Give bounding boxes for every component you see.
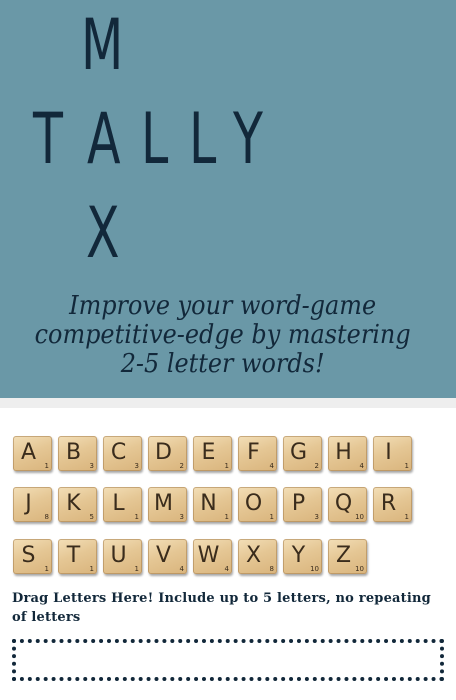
- tile-letter: X: [245, 543, 262, 568]
- tile-points: 10: [310, 565, 319, 573]
- drop-instructions: Drag Letters Here! Include up to 5 lette…: [12, 591, 431, 625]
- letter-tile-w[interactable]: W4: [193, 539, 232, 574]
- tile-points: 1: [224, 513, 229, 521]
- tile-points: 4: [269, 462, 274, 470]
- letter-tile-r[interactable]: R1: [373, 487, 412, 522]
- tile-letter: I: [385, 440, 392, 465]
- logo-letter-l2: L: [189, 98, 217, 180]
- letter-tile-h[interactable]: H4: [328, 436, 367, 471]
- tile-letter: N: [200, 491, 217, 516]
- tile-points: 5: [89, 513, 94, 521]
- tile-letter: B: [65, 440, 82, 465]
- letter-tile-f[interactable]: F4: [238, 436, 277, 471]
- logo-letter-m: M: [81, 4, 124, 86]
- letter-tile-o[interactable]: O1: [238, 487, 277, 522]
- letter-tile-c[interactable]: C3: [103, 436, 142, 471]
- tile-letter: C: [110, 440, 127, 465]
- letter-tile-t[interactable]: T1: [58, 539, 97, 574]
- letter-tile-z[interactable]: Z 10: [328, 539, 367, 574]
- letter-tile-e[interactable]: E1: [193, 436, 232, 471]
- tile-letter: H: [335, 440, 352, 465]
- letter-tile-g[interactable]: G2: [283, 436, 322, 471]
- tile-points: 1: [134, 513, 139, 521]
- tile-letter: S: [21, 543, 36, 568]
- tile-letter: U: [110, 543, 127, 568]
- letter-tile-v[interactable]: V4: [148, 539, 187, 574]
- tile-letter: T: [66, 543, 81, 568]
- letter-tile-b[interactable]: B3: [58, 436, 97, 471]
- tile-points: 3: [314, 513, 319, 521]
- tile-points: 4: [179, 565, 184, 573]
- letter-tile-a[interactable]: A1: [13, 436, 52, 471]
- tile-letter: V: [155, 543, 172, 568]
- letter-tile-p[interactable]: P3: [283, 487, 322, 522]
- letter-tile-i[interactable]: I1: [373, 436, 412, 471]
- tile-letter: G: [289, 440, 308, 465]
- tile-letter: F: [247, 440, 260, 465]
- logo-letter-a: A: [87, 98, 121, 180]
- tile-points: 1: [269, 513, 274, 521]
- tile-letter: P: [291, 491, 306, 516]
- tile-letter: D: [155, 440, 172, 465]
- tile-points: 1: [224, 462, 229, 470]
- tile-points: 4: [359, 462, 364, 470]
- tile-points: 1: [134, 565, 139, 573]
- letter-tile-m[interactable]: M3: [148, 487, 187, 522]
- tile-points: 2: [179, 462, 184, 470]
- tile-letter: R: [380, 491, 397, 516]
- letter-tile-l[interactable]: L1: [103, 487, 142, 522]
- tile-letter: M: [154, 491, 173, 516]
- tagline-line-2: competitive-edge by mastering: [34, 320, 411, 350]
- tagline-line-1: Improve your word-game: [69, 291, 377, 321]
- letter-tile-y[interactable]: Y 10: [283, 539, 322, 574]
- hero-banner: M T A L L Y X Improve your word-game com…: [0, 0, 456, 398]
- tile-points: 4: [224, 565, 229, 573]
- letter-tile-q[interactable]: Q 10: [328, 487, 367, 522]
- logo-letter-x: X: [86, 192, 120, 274]
- tile-points: 10: [355, 513, 364, 521]
- tile-letter: E: [201, 440, 216, 465]
- tile-points: 1: [89, 565, 94, 573]
- tile-points: 8: [269, 565, 274, 573]
- tile-points: 2: [314, 462, 319, 470]
- tile-letter: K: [66, 491, 81, 516]
- tagline-line-3: 2-5 letter words!: [120, 349, 325, 379]
- tile-points: 8: [44, 513, 49, 521]
- tagline: Improve your word-game competitive-edge …: [0, 292, 445, 379]
- tile-letter: A: [20, 440, 37, 465]
- letter-tile-x[interactable]: X8: [238, 539, 277, 574]
- letter-drop-zone[interactable]: [12, 639, 444, 681]
- logo-letter-t: T: [33, 98, 63, 180]
- letter-tile-s[interactable]: S1: [13, 539, 52, 574]
- tile-points: 3: [179, 513, 184, 521]
- logo-letter-y: Y: [233, 98, 263, 180]
- tile-points: 1: [44, 462, 49, 470]
- letter-tile-j[interactable]: J8: [13, 487, 52, 522]
- tile-points: 1: [44, 565, 49, 573]
- tile-letter: W: [197, 543, 220, 568]
- letter-tile-n[interactable]: N1: [193, 487, 232, 522]
- tile-points: 3: [134, 462, 139, 470]
- tile-points: 1: [404, 462, 409, 470]
- section-divider: [0, 398, 456, 408]
- logo-letter-l1: L: [141, 98, 169, 180]
- letter-tile-u[interactable]: U1: [103, 539, 142, 574]
- tile-letter: J: [25, 491, 32, 516]
- tile-points: 1: [404, 513, 409, 521]
- tile-letter: L: [112, 491, 125, 516]
- letter-tile-k[interactable]: K5: [58, 487, 97, 522]
- tile-letter: O: [244, 491, 263, 516]
- tile-points: 10: [355, 565, 364, 573]
- letter-tile-d[interactable]: D2: [148, 436, 187, 471]
- tile-points: 3: [89, 462, 94, 470]
